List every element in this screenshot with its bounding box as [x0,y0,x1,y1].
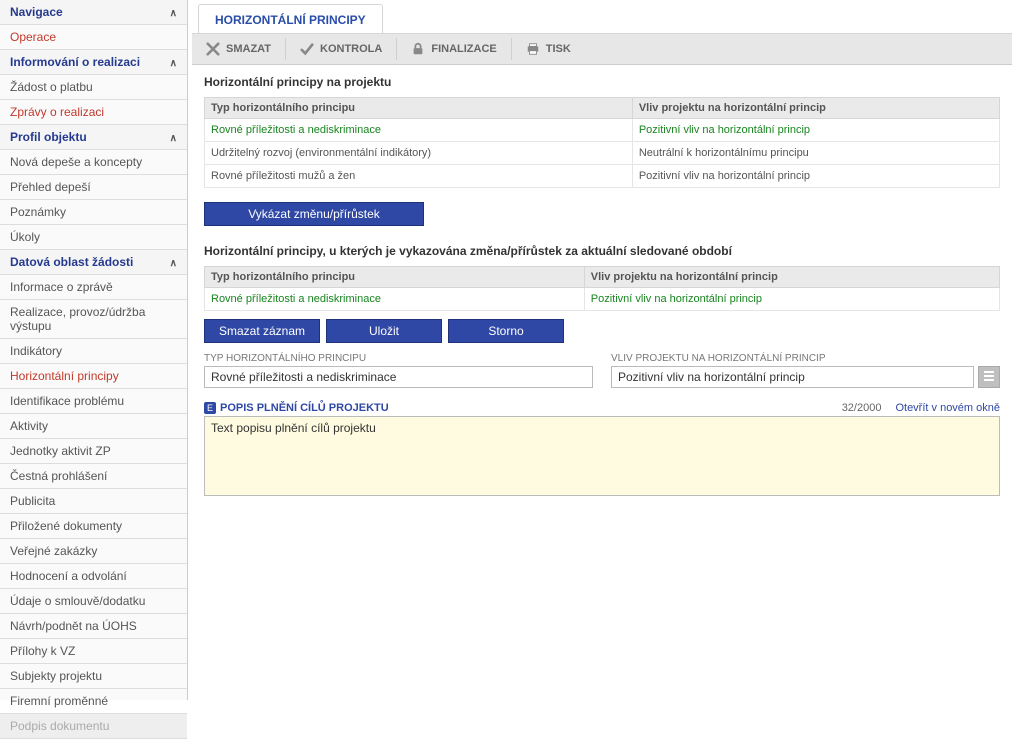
table-row[interactable]: Udržitelný rozvoj (environmentální indik… [205,142,1000,165]
vliv-input[interactable] [611,366,974,388]
nav-item[interactable]: Nová depeše a koncepty [0,150,187,175]
table2-col2[interactable]: Vliv projektu na horizontální princip [584,267,999,288]
list-icon [983,370,995,385]
table-cell: Pozitivní vliv na horizontální princip [632,119,999,142]
desc-textarea[interactable] [204,416,1000,496]
main-content: HORIZONTÁLNÍ PRINCIPY SMAZAT KONTROLA FI… [188,0,1024,700]
table-principles-project: Typ horizontálního principu Vliv projekt… [204,97,1000,188]
toolbar: SMAZAT KONTROLA FINALIZACE TISK [192,34,1012,65]
table-cell: Neutrální k horizontálnímu principu [632,142,999,165]
table-cell: Rovné příležitosti a nediskriminace [205,288,585,311]
storno-button[interactable]: Storno [448,319,564,343]
nav-item[interactable]: Informace o zprávě [0,275,187,300]
table2-col1[interactable]: Typ horizontálního principu [205,267,585,288]
check-icon [300,42,314,56]
table-cell: Pozitivní vliv na horizontální princip [584,288,999,311]
nav-item[interactable]: Přiložené dokumenty [0,514,187,539]
section1-title: Horizontální principy na projektu [192,65,1012,97]
toolbar-check[interactable]: KONTROLA [286,38,397,60]
nav-item[interactable]: Aktivity [0,414,187,439]
nav-item[interactable]: Publicita [0,489,187,514]
smazat-zaznam-button[interactable]: Smazat záznam [204,319,320,343]
vliv-list-button[interactable] [978,366,1000,388]
open-new-window-link[interactable]: Otevřít v novém okně [895,402,1000,414]
typ-input[interactable] [204,366,593,388]
chevron-up-icon [170,5,177,19]
required-badge: E [204,402,216,414]
tab-bar: HORIZONTÁLNÍ PRINCIPY [192,4,1012,34]
nav-group-header[interactable]: Informování o realizaci [0,50,187,75]
table-row[interactable]: Rovné příležitosti a nediskriminacePozit… [205,119,1000,142]
nav-item[interactable]: Firemní proměnné [0,689,187,714]
nav-group-label: Datová oblast žádosti [10,255,133,269]
delete-icon [206,42,220,56]
nav-item[interactable]: Zprávy o realizaci [0,100,187,125]
table-row[interactable]: Rovné příležitosti a nediskriminacePozit… [205,288,1000,311]
typ-label: TYP HORIZONTÁLNÍHO PRINCIPU [204,353,593,364]
chevron-up-icon [170,255,177,269]
table-cell: Pozitivní vliv na horizontální princip [632,165,999,188]
chevron-up-icon [170,55,177,69]
section2-title: Horizontální principy, u kterých je vyka… [192,234,1012,266]
nav-item: Podpis dokumentu [0,714,187,739]
nav-item[interactable]: Žádost o platbu [0,75,187,100]
table1-col2[interactable]: Vliv projektu na horizontální princip [632,98,999,119]
nav-item[interactable]: Poznámky [0,200,187,225]
nav-group-header[interactable]: Datová oblast žádosti [0,250,187,275]
nav-item[interactable]: Jednotky aktivit ZP [0,439,187,464]
nav-group-header[interactable]: Profil objektu [0,125,187,150]
nav-item[interactable]: Čestná prohlášení [0,464,187,489]
toolbar-check-label: KONTROLA [320,43,382,55]
nav-item[interactable]: Realizace, provoz/údržba výstupu [0,300,187,339]
nav-group-label: Informování o realizaci [10,55,140,69]
desc-count: 32/2000 [842,402,882,414]
tab-horizontal-principles[interactable]: HORIZONTÁLNÍ PRINCIPY [198,4,383,33]
toolbar-delete-label: SMAZAT [226,43,271,55]
table-principles-change: Typ horizontálního principu Vliv projekt… [204,266,1000,311]
vykazat-button[interactable]: Vykázat změnu/přírůstek [204,202,424,226]
nav-group-header[interactable]: Navigace [0,0,187,25]
desc-header: E POPIS PLNĚNÍ CÍLŮ PROJEKTU 32/2000 Ote… [204,402,1000,414]
chevron-up-icon [170,130,177,144]
toolbar-finalize-label: FINALIZACE [431,43,496,55]
sidebar: Navigace Operace Informování o realizaci Žá… [0,0,188,700]
nav-item[interactable]: Úkoly [0,225,187,250]
table-row[interactable]: Rovné příležitosti mužů a ženPozitivní v… [205,165,1000,188]
table-cell: Rovné příležitosti a nediskriminace [205,119,633,142]
table1-col1[interactable]: Typ horizontálního principu [205,98,633,119]
toolbar-finalize[interactable]: FINALIZACE [397,38,511,60]
desc-label: POPIS PLNĚNÍ CÍLŮ PROJEKTU [220,402,842,414]
ulozit-button[interactable]: Uložit [326,319,442,343]
nav-item[interactable]: Údaje o smlouvě/dodatku [0,589,187,614]
nav-item[interactable]: Návrh/podnět na ÚOHS [0,614,187,639]
nav-item[interactable]: Subjekty projektu [0,664,187,689]
nav-item[interactable]: Veřejné zakázky [0,539,187,564]
nav-item[interactable]: Operace [0,25,187,50]
nav-item[interactable]: Identifikace problému [0,389,187,414]
nav-item[interactable]: Hodnocení a odvolání [0,564,187,589]
nav-group-label: Profil objektu [10,130,87,144]
vliv-label: VLIV PROJEKTU NA HORIZONTÁLNÍ PRINCIP [611,353,1000,364]
print-icon [526,42,540,56]
lock-icon [411,42,425,56]
table-cell: Udržitelný rozvoj (environmentální indik… [205,142,633,165]
nav-item[interactable]: Horizontální principy [0,364,187,389]
nav-group-label: Navigace [10,5,63,19]
nav-item[interactable]: Přehled depeší [0,175,187,200]
toolbar-print[interactable]: TISK [512,38,585,60]
nav-item[interactable]: Indikátory [0,339,187,364]
table-cell: Rovné příležitosti mužů a žen [205,165,633,188]
nav-item[interactable]: Přílohy k VZ [0,639,187,664]
toolbar-print-label: TISK [546,43,571,55]
action-buttons: Smazat záznam Uložit Storno [204,319,1012,343]
toolbar-delete[interactable]: SMAZAT [192,38,286,60]
form-row: TYP HORIZONTÁLNÍHO PRINCIPU VLIV PROJEKT… [204,353,1000,388]
